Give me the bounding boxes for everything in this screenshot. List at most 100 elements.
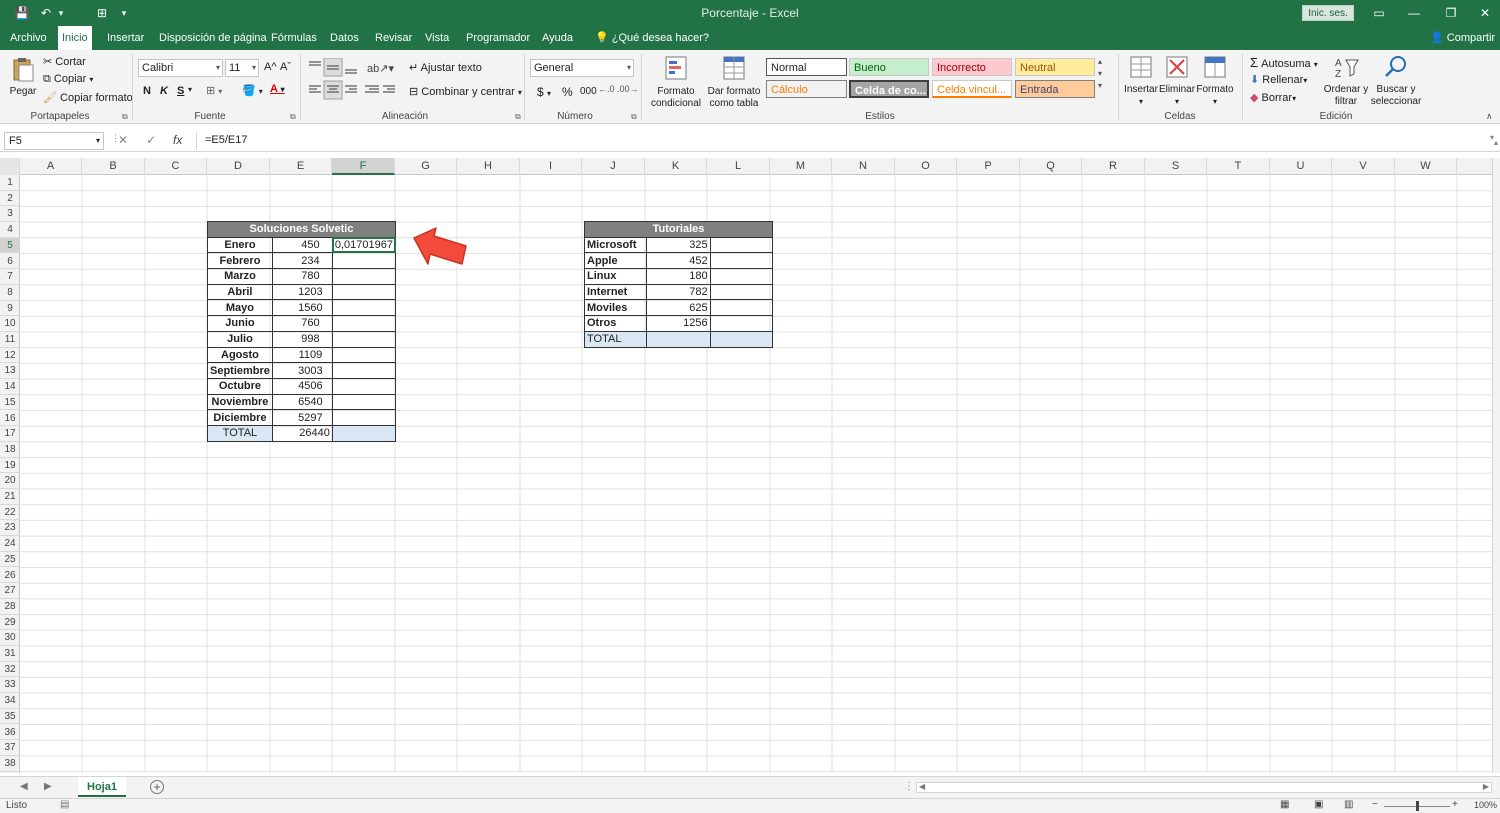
row-header-2[interactable]: 2 <box>0 191 20 207</box>
row-header-10[interactable]: 10 <box>0 316 20 332</box>
row-header-37[interactable]: 37 <box>0 740 20 756</box>
item-cell[interactable]: Moviles <box>583 299 648 317</box>
column-header-k[interactable]: K <box>645 158 707 175</box>
item-cell[interactable]: Otros <box>583 315 648 332</box>
total-label[interactable]: TOTAL <box>207 424 273 442</box>
value-cell[interactable]: 998 <box>271 330 333 348</box>
undo-dropdown-icon[interactable]: ▾ <box>56 3 66 23</box>
add-sheet-icon[interactable]: + <box>150 780 164 794</box>
total-label[interactable]: TOTAL <box>583 330 648 348</box>
percent-cell[interactable] <box>331 393 397 411</box>
month-cell[interactable]: Marzo <box>207 268 273 285</box>
column-header-h[interactable]: H <box>457 158 520 175</box>
percent-cell[interactable] <box>331 299 397 317</box>
percent-cell[interactable] <box>709 252 774 270</box>
row-header-28[interactable]: 28 <box>0 599 20 615</box>
paste-button[interactable]: Pegar <box>6 56 40 98</box>
item-cell[interactable]: Linux <box>583 268 648 285</box>
sheet-tab-hoja1[interactable]: Hoja1 <box>78 777 126 797</box>
tab-vista[interactable]: Vista <box>421 26 453 50</box>
row-header-9[interactable]: 9 <box>0 301 20 317</box>
tab-insertar[interactable]: Insertar <box>103 26 148 50</box>
column-header-e[interactable]: E <box>270 158 332 175</box>
percent-cell[interactable] <box>331 362 397 379</box>
tab-programador[interactable]: Programador <box>462 26 534 50</box>
percent-cell[interactable] <box>331 330 397 348</box>
percent-cell[interactable] <box>709 283 774 301</box>
style-calculo[interactable]: Cálculo <box>766 80 847 98</box>
style-neutral[interactable]: Neutral <box>1015 58 1095 76</box>
row-header-17[interactable]: 17 <box>0 426 20 442</box>
value-cell[interactable]: 760 <box>271 315 333 332</box>
column-header-b[interactable]: B <box>82 158 145 175</box>
row-header-32[interactable]: 32 <box>0 662 20 678</box>
row-header-25[interactable]: 25 <box>0 552 20 568</box>
next-sheet-icon[interactable]: ▶ <box>44 781 52 792</box>
column-header-w[interactable]: W <box>1395 158 1457 175</box>
find-select-button[interactable]: Buscar y seleccionar <box>1368 54 1424 108</box>
value-cell[interactable]: 325 <box>646 236 711 254</box>
value-cell[interactable]: 625 <box>646 299 711 317</box>
row-header-20[interactable]: 20 <box>0 473 20 489</box>
row-header-30[interactable]: 30 <box>0 630 20 646</box>
currency-button[interactable]: $ ▾ <box>537 85 551 99</box>
item-cell[interactable]: Internet <box>583 283 648 301</box>
percent-cell[interactable] <box>331 268 397 285</box>
value-cell[interactable]: 3003 <box>271 362 333 379</box>
close-icon[interactable]: ✕ <box>1474 3 1496 23</box>
sign-in-button[interactable]: Inic. ses. <box>1302 5 1354 21</box>
row-header-6[interactable]: 6 <box>0 254 20 270</box>
column-header-i[interactable]: I <box>520 158 582 175</box>
row-header-3[interactable]: 3 <box>0 206 20 223</box>
row-header-35[interactable]: 35 <box>0 709 20 725</box>
row-header-34[interactable]: 34 <box>0 693 20 709</box>
total-value[interactable] <box>646 330 711 348</box>
table-title[interactable]: Soluciones Solvetic <box>207 221 396 238</box>
percent-cell[interactable] <box>709 315 774 332</box>
style-celda-vinculada[interactable]: Celda vincul... <box>932 80 1012 98</box>
delete-cells-button[interactable]: Eliminar ▾ <box>1158 54 1196 108</box>
fill-button[interactable]: ⬇ Rellenar▾ <box>1250 73 1307 86</box>
tab-inicio[interactable]: Inicio <box>58 26 92 50</box>
spreadsheet-grid[interactable]: ABCDEFGHIJKLMNOPQRSTUVW 1 2 3 4 5 6 7 8 9 10 11 12 1… <box>0 158 1492 773</box>
select-all-corner[interactable] <box>0 158 20 175</box>
column-header-j[interactable]: J <box>582 158 645 175</box>
scroll-right-icon[interactable]: ▶ <box>1483 782 1489 791</box>
fill-color-icon[interactable]: 🪣 ▾ <box>242 84 263 97</box>
column-header-l[interactable]: L <box>707 158 770 175</box>
style-normal[interactable]: Normal <box>766 58 847 76</box>
style-incorrecto[interactable]: Incorrecto <box>932 58 1012 76</box>
row-header-11[interactable]: 11 <box>0 332 20 348</box>
value-cell[interactable]: 234 <box>271 252 333 270</box>
ribbon-display-icon[interactable]: ▭ <box>1368 3 1390 23</box>
normal-view-icon[interactable]: ▦ <box>1280 799 1289 810</box>
tab-datos[interactable]: Datos <box>326 26 363 50</box>
copy-button[interactable]: ⧉ Copiar ▾ <box>43 73 93 86</box>
row-header-29[interactable]: 29 <box>0 615 20 631</box>
row-header-18[interactable]: 18 <box>0 442 20 458</box>
cancel-icon[interactable]: ✕ <box>118 133 128 147</box>
save-icon[interactable]: 💾 <box>12 3 32 23</box>
collapse-ribbon-icon[interactable]: ∧ <box>1486 111 1493 122</box>
prev-sheet-icon[interactable]: ◀ <box>20 781 28 792</box>
column-header-g[interactable]: G <box>395 158 457 175</box>
row-header-8[interactable]: 8 <box>0 285 20 301</box>
column-header-q[interactable]: Q <box>1020 158 1082 175</box>
style-celda-comprobacion[interactable]: Celda de co... <box>849 80 929 98</box>
column-header-a[interactable]: A <box>20 158 82 175</box>
number-launcher-icon[interactable]: ⧉ <box>631 112 637 122</box>
style-entrada[interactable]: Entrada <box>1015 80 1095 98</box>
value-cell[interactable]: 1560 <box>271 299 333 317</box>
month-cell[interactable]: Julio <box>207 330 273 348</box>
zoom-in-icon[interactable]: + <box>1452 799 1458 810</box>
tab-formulas[interactable]: Fórmulas <box>267 26 321 50</box>
alignment-launcher-icon[interactable]: ⧉ <box>515 112 521 122</box>
column-header-n[interactable]: N <box>832 158 895 175</box>
font-launcher-icon[interactable]: ⧉ <box>290 112 296 122</box>
grow-font-button[interactable]: A^ <box>264 61 277 73</box>
decimal-buttons[interactable]: ←.0 .00→ <box>598 84 639 94</box>
row-header-14[interactable]: 14 <box>0 379 20 395</box>
month-cell[interactable]: Diciembre <box>207 409 273 426</box>
column-header-f[interactable]: F <box>332 158 395 175</box>
row-header-26[interactable]: 26 <box>0 568 20 584</box>
